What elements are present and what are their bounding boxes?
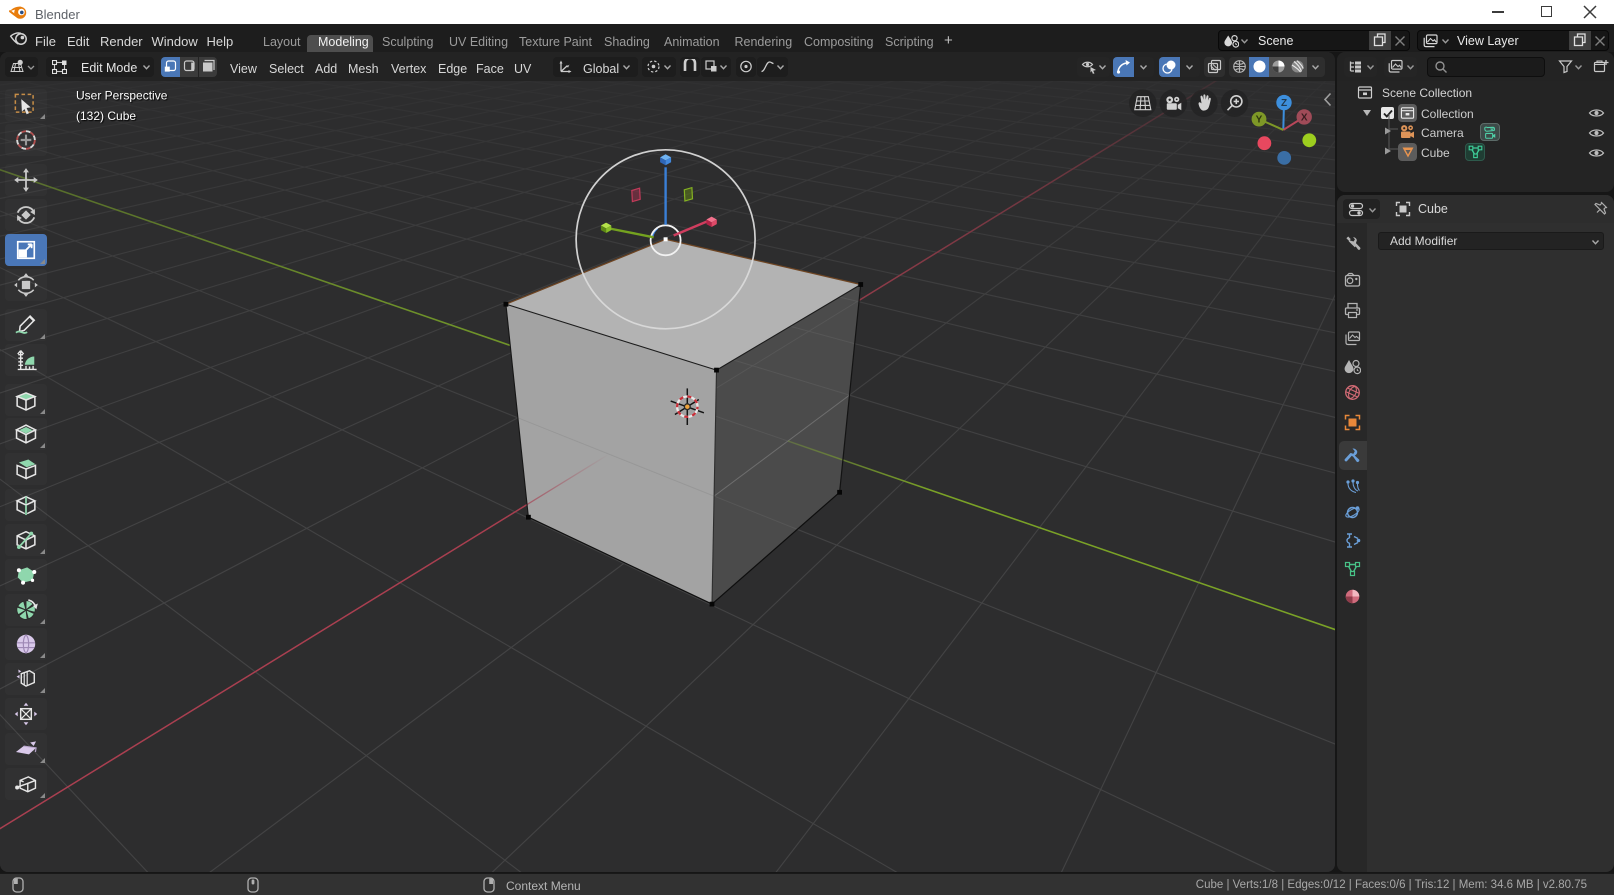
svg-text:(132) Cube: (132) Cube — [76, 109, 136, 123]
svg-text:User Perspective: User Perspective — [76, 89, 168, 103]
svg-text:Y: Y — [1256, 115, 1263, 126]
svg-text:Z: Z — [1281, 98, 1287, 109]
svg-text:X: X — [1301, 112, 1308, 123]
